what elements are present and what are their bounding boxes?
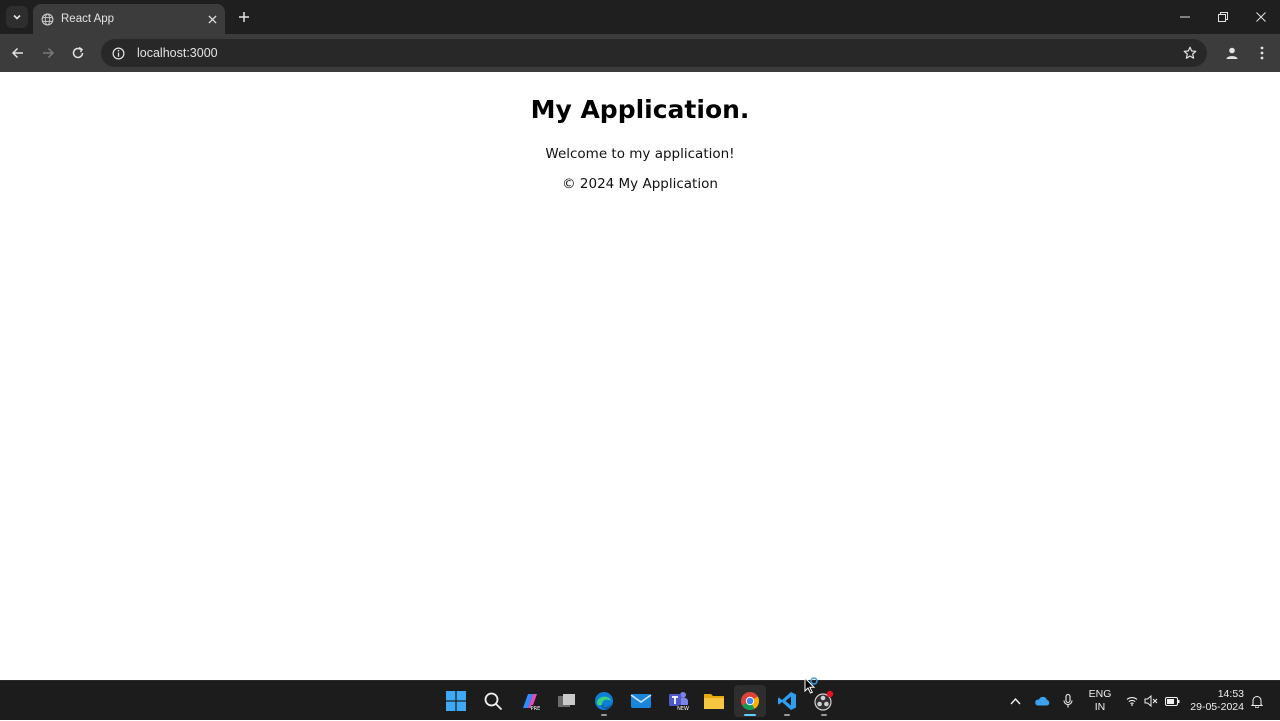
wifi-icon [1126, 697, 1138, 706]
browser-toolbar: localhost:3000 [0, 34, 1280, 72]
restore-button[interactable] [1204, 0, 1242, 34]
volume-button[interactable] [1142, 681, 1160, 721]
file-explorer-button[interactable] [698, 685, 730, 717]
microphone-icon [1063, 694, 1073, 708]
clock[interactable]: 14:53 29-05-2024 [1186, 681, 1244, 721]
language-indicator[interactable]: ENG IN [1083, 681, 1117, 721]
reload-button[interactable] [66, 41, 90, 65]
minimize-button[interactable] [1166, 0, 1204, 34]
running-indicator [601, 714, 607, 716]
plus-icon [239, 12, 249, 22]
running-indicator [821, 714, 827, 716]
svg-text:PRE: PRE [531, 706, 541, 712]
clock-date: 29-05-2024 [1190, 701, 1244, 713]
battery-icon [1164, 696, 1179, 706]
globe-icon [41, 13, 54, 25]
url-text[interactable]: localhost:3000 [137, 46, 218, 60]
footer-text: © 2024 My Application [562, 176, 718, 192]
edge-icon [595, 692, 613, 710]
new-tab-button[interactable] [233, 6, 255, 28]
copilot-icon: PRE [523, 694, 541, 712]
chevron-up-icon [1009, 697, 1021, 705]
minimize-icon [1180, 16, 1190, 18]
close-icon [1256, 12, 1266, 22]
chrome-icon [741, 692, 759, 711]
volume-muted-icon [1144, 695, 1158, 707]
file-explorer-icon [704, 694, 724, 709]
task-view-button[interactable] [551, 685, 583, 717]
info-icon [112, 47, 124, 59]
back-button[interactable] [6, 41, 30, 65]
edge-button[interactable] [588, 685, 620, 717]
show-hidden-icons-button[interactable] [1005, 681, 1025, 721]
clock-time: 14:53 [1217, 688, 1244, 700]
microphone-button[interactable] [1059, 681, 1077, 721]
notifications-button[interactable] [1248, 681, 1266, 721]
restore-icon [1218, 12, 1228, 22]
onedrive-icon [1035, 696, 1050, 706]
language-code: ENG [1088, 688, 1112, 700]
taskbar: PRE NEW ENG IN 14:53 29-05-2024 [0, 680, 1280, 720]
arrow-left-icon [11, 47, 23, 59]
forward-button[interactable] [36, 41, 60, 65]
search-button[interactable] [477, 685, 509, 717]
bookmark-button[interactable] [1181, 44, 1199, 62]
running-indicator [784, 714, 790, 716]
vscode-icon [778, 692, 796, 710]
address-bar[interactable]: localhost:3000 [101, 39, 1207, 67]
tab-close-button[interactable] [203, 10, 221, 28]
task-view-icon [558, 694, 575, 707]
start-button[interactable] [440, 685, 472, 717]
wifi-button[interactable] [1123, 681, 1141, 721]
tab-search-button[interactable] [6, 6, 28, 28]
browser-tab[interactable]: React App [33, 4, 225, 34]
chrome-button[interactable] [734, 685, 766, 717]
site-info-button[interactable] [109, 44, 127, 62]
page-content: My Application. Welcome to my applicatio… [0, 72, 1280, 680]
mail-icon [630, 694, 652, 708]
reload-icon [72, 46, 84, 59]
tab-title: React App [61, 13, 115, 25]
copilot-button[interactable]: PRE [514, 685, 546, 717]
svg-text:NEW: NEW [677, 706, 689, 712]
onedrive-button[interactable] [1031, 681, 1053, 721]
teams-icon: NEW [669, 692, 689, 712]
browser-titlebar: React App [0, 0, 1280, 34]
start-icon [446, 691, 466, 711]
search-icon [484, 692, 503, 711]
vscode-button[interactable] [771, 685, 803, 717]
close-window-button[interactable] [1242, 0, 1280, 34]
profile-button[interactable] [1220, 41, 1244, 65]
language-region: IN [1094, 701, 1106, 713]
person-icon [1226, 47, 1238, 59]
arrow-right-icon [43, 47, 55, 59]
mouse-cursor [804, 677, 818, 694]
page-title: My Application. [530, 95, 750, 124]
browser-menu-button[interactable] [1250, 41, 1274, 65]
more-vertical-icon [1260, 46, 1264, 60]
mail-button[interactable] [625, 685, 657, 717]
teams-button[interactable]: NEW [662, 685, 694, 717]
chevron-down-icon [13, 14, 21, 20]
bell-icon [1251, 695, 1263, 708]
welcome-text: Welcome to my application! [545, 146, 735, 162]
focused-indicator [744, 714, 756, 716]
star-icon [1183, 46, 1197, 59]
battery-button[interactable] [1162, 681, 1182, 721]
close-icon [207, 14, 217, 24]
